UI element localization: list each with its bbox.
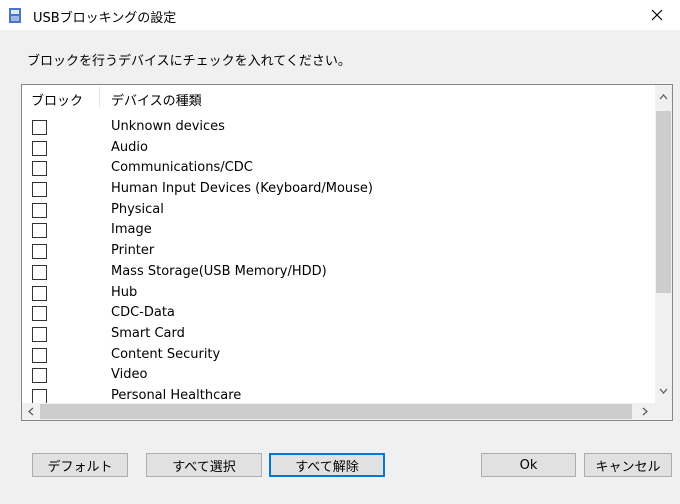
table-row[interactable]: Mass Storage(USB Memory/HDD) [22, 263, 655, 284]
table-row[interactable]: Smart Card [22, 325, 655, 346]
table-row[interactable]: Physical [22, 201, 655, 222]
device-type-label: Printer [111, 243, 155, 259]
block-checkbox[interactable] [32, 202, 47, 218]
title-bar: USBブロッキングの設定 [0, 0, 680, 30]
device-type-label: Image [111, 222, 152, 238]
chevron-up-icon[interactable] [655, 90, 672, 104]
device-type-label: Smart Card [111, 325, 185, 341]
header-block[interactable]: ブロック [31, 90, 83, 109]
table-row[interactable]: CDC-Data [22, 304, 655, 325]
table-row[interactable]: Printer [22, 242, 655, 263]
horizontal-scroll-thumb[interactable] [40, 404, 632, 419]
chevron-right-icon[interactable] [638, 404, 652, 419]
table-row[interactable]: Hub [22, 284, 655, 305]
vertical-scroll-thumb[interactable] [656, 111, 671, 293]
list-header: ブロック デバイスの種類 [22, 85, 655, 110]
block-checkbox[interactable] [32, 223, 47, 239]
scrollbar-corner [655, 403, 672, 420]
cancel-button[interactable]: キャンセル [584, 453, 672, 477]
block-checkbox[interactable] [32, 140, 47, 156]
device-type-label: CDC-Data [111, 305, 175, 321]
device-type-label: Human Input Devices (Keyboard/Mouse) [111, 181, 373, 197]
table-row[interactable]: Communications/CDC [22, 159, 655, 180]
table-row[interactable]: Audio [22, 139, 655, 160]
header-divider [99, 87, 100, 108]
block-checkbox[interactable] [32, 244, 47, 260]
ok-button[interactable]: Ok [481, 453, 576, 477]
device-type-label: Mass Storage(USB Memory/HDD) [111, 263, 327, 279]
table-row[interactable]: Image [22, 221, 655, 242]
chevron-down-icon[interactable] [655, 384, 672, 398]
table-row[interactable]: Unknown devices [22, 118, 655, 139]
block-checkbox[interactable] [32, 120, 47, 135]
block-checkbox[interactable] [32, 182, 47, 198]
device-type-label: Content Security [111, 346, 221, 362]
device-type-label: Unknown devices [111, 119, 225, 134]
device-type-label: Hub [111, 284, 138, 300]
block-checkbox[interactable] [32, 347, 47, 363]
usb-settings-icon [9, 8, 21, 23]
device-type-label: Personal Healthcare [111, 387, 242, 403]
block-checkbox[interactable] [32, 264, 47, 280]
list-rows: Unknown devices Audio Communications/CDC Hu… [22, 118, 655, 408]
block-checkbox[interactable] [32, 368, 47, 384]
device-type-label: Audio [111, 139, 148, 155]
device-type-label: Video [111, 367, 148, 383]
close-button[interactable] [634, 0, 680, 30]
table-row[interactable]: Content Security [22, 346, 655, 367]
horizontal-scrollbar[interactable] [22, 403, 655, 420]
vertical-scrollbar[interactable] [655, 85, 672, 403]
block-checkbox[interactable] [32, 306, 47, 322]
block-checkbox[interactable] [32, 161, 47, 177]
deselect-all-button[interactable]: すべて解除 [269, 453, 385, 477]
table-row[interactable]: Video [22, 366, 655, 387]
device-list[interactable]: ブロック デバイスの種類 Unknown devices Audio Communi… [21, 84, 673, 421]
close-icon [651, 9, 663, 21]
window-title: USBブロッキングの設定 [33, 11, 177, 26]
device-type-label: Communications/CDC [111, 160, 253, 176]
block-checkbox[interactable] [32, 326, 47, 342]
header-device-type[interactable]: デバイスの種類 [111, 90, 202, 109]
block-checkbox[interactable] [32, 388, 47, 404]
select-all-button[interactable]: すべて選択 [146, 453, 262, 477]
device-type-label: Physical [111, 201, 164, 217]
default-button[interactable]: デフォルト [32, 453, 128, 477]
instruction-text: ブロックを行うデバイスにチェックを入れてください。 [27, 54, 351, 69]
table-row[interactable]: Human Input Devices (Keyboard/Mouse) [22, 180, 655, 201]
chevron-left-icon[interactable] [24, 404, 38, 419]
block-checkbox[interactable] [32, 285, 47, 301]
